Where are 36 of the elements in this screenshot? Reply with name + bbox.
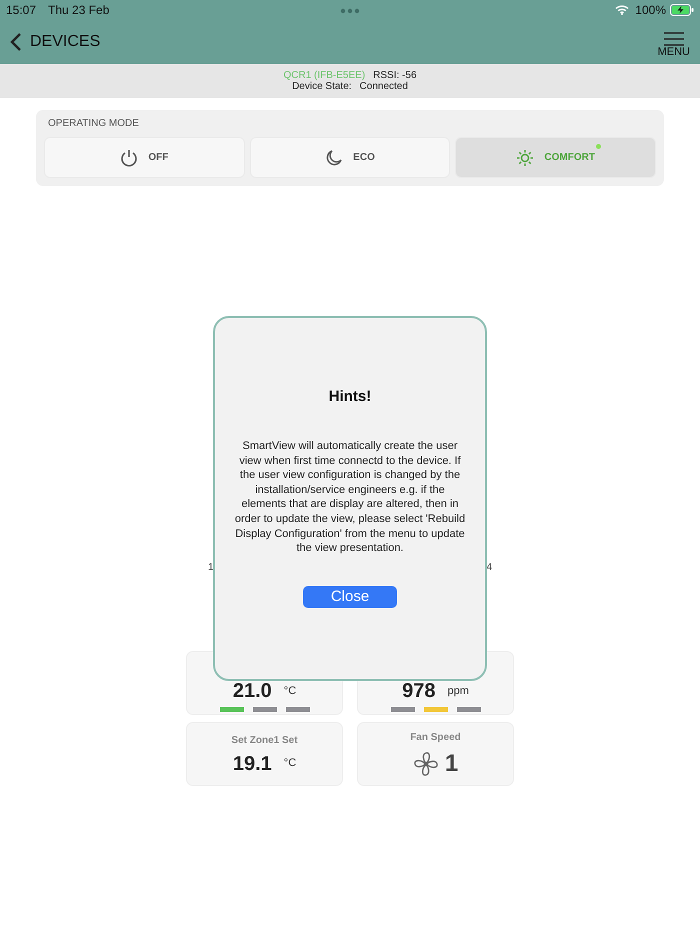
tile-unit: °C bbox=[284, 686, 296, 696]
mode-button[interactable]: ECO bbox=[250, 137, 450, 178]
battery-percent: 100% bbox=[635, 3, 666, 17]
back-chevron-icon bbox=[10, 32, 22, 52]
more-dots-icon bbox=[340, 8, 360, 14]
tile-label: Fan Speed bbox=[410, 732, 461, 742]
dialog-title: Hints! bbox=[328, 388, 372, 405]
dialog-message: SmartView will automatically create the user view when first time connectd to the device. If the user view configuration is changed by the installation/service engineers e.g. if the elements that are display are altered, then in order to update the view, please select 'Rebuild Display Configuration' from the menu to update the view presentation. bbox=[234, 439, 466, 556]
status-date: Thu 23 Feb bbox=[48, 3, 110, 17]
fan-icon bbox=[412, 750, 439, 776]
tile-value: 19.1 bbox=[232, 754, 272, 774]
mode-button[interactable]: OFF bbox=[44, 137, 245, 178]
menu-icon bbox=[662, 32, 685, 46]
tile-value: 978 bbox=[402, 681, 436, 701]
tile-unit: °C bbox=[284, 758, 296, 769]
device-name: QCR1 (IFB-E5EE) bbox=[283, 70, 366, 81]
wifi-icon bbox=[615, 5, 630, 15]
menu-button[interactable]: MENU bbox=[658, 32, 690, 58]
device-state: Connected bbox=[360, 81, 408, 92]
tile-value: 1 bbox=[444, 752, 458, 776]
tile-value: 21.0 bbox=[232, 681, 272, 701]
tile-unit: ppm bbox=[447, 686, 469, 696]
tile-label: Set Zone1 Set bbox=[231, 734, 298, 746]
hidden-label: 1 bbox=[208, 562, 214, 573]
rssi-value: RSSI: -56 bbox=[373, 70, 417, 81]
hidden-label: 4 bbox=[486, 562, 492, 573]
device-state-label: Device State: bbox=[292, 81, 352, 92]
active-dot bbox=[596, 144, 602, 149]
power-icon bbox=[120, 148, 138, 166]
panel-title: OPERATING MODE bbox=[48, 118, 140, 129]
status-time: 15:07 bbox=[6, 3, 36, 17]
sun-icon bbox=[516, 148, 534, 166]
close-button[interactable]: Close bbox=[303, 586, 397, 608]
moon-icon bbox=[325, 148, 344, 166]
battery-icon bbox=[670, 4, 694, 16]
back-button[interactable]: DEVICES bbox=[10, 32, 100, 52]
